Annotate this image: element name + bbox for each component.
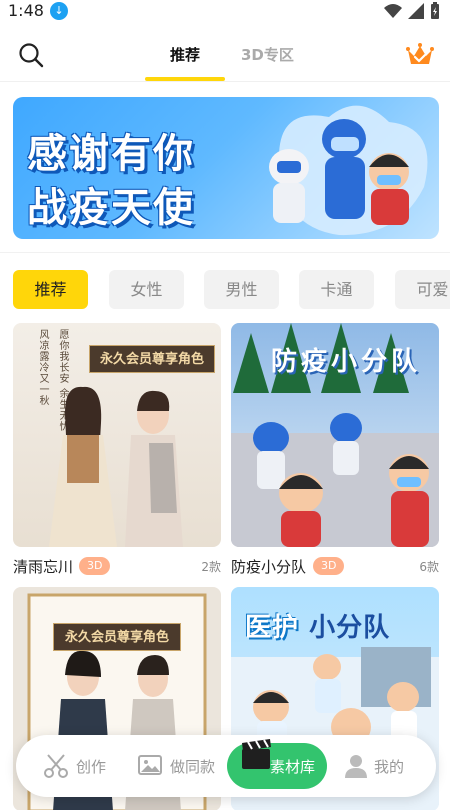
card-title: 清雨忘川 bbox=[13, 558, 74, 576]
character-illustration bbox=[49, 386, 183, 547]
nav-label: 创作 bbox=[76, 757, 107, 776]
search-icon[interactable] bbox=[18, 42, 44, 68]
chip-cartoon[interactable]: 卡通 bbox=[299, 270, 374, 309]
category-chips: 推荐 女性 男性 卡通 可爱 bbox=[13, 270, 450, 310]
image-icon bbox=[138, 755, 162, 775]
status-icons bbox=[384, 2, 440, 20]
top-header: 推荐 3D专区 bbox=[0, 30, 450, 82]
chip-male[interactable]: 男性 bbox=[204, 270, 279, 309]
nav-label: 我的 bbox=[374, 757, 405, 776]
card-count: 2款 bbox=[201, 560, 221, 574]
image-title-part: 医护 bbox=[245, 613, 300, 643]
tab-recommend[interactable]: 推荐 bbox=[170, 44, 200, 65]
wifi-icon bbox=[384, 4, 402, 18]
chip-recommend[interactable]: 推荐 bbox=[13, 270, 88, 309]
tab-3d-zone[interactable]: 3D专区 bbox=[241, 44, 294, 65]
status-time: 1:48 bbox=[8, 1, 44, 20]
card-meta: 清雨忘川 3D 2款 bbox=[13, 547, 221, 583]
scissors-icon bbox=[44, 754, 68, 778]
material-card[interactable]: 风凉露冷又一秋 愿你我长安 余生无忧 永久会员尊享角色 清雨忘川 3D 2款 bbox=[13, 323, 221, 583]
banner-line-2: 战疫天使 bbox=[27, 185, 195, 231]
nav-mine[interactable]: 我的 bbox=[344, 735, 404, 797]
nav-make-same[interactable]: 做同款 bbox=[136, 735, 215, 797]
bottom-navigation: 创作 做同款 素材库 我的 bbox=[16, 735, 436, 797]
user-icon bbox=[345, 755, 367, 778]
3d-badge: 3D bbox=[313, 557, 345, 575]
vip-tag: 永久会员尊享角色 bbox=[53, 623, 181, 651]
app-screen: 1:48 ↓ 推荐 3D专区 感谢有你 战疫天使 推荐 女性 男性 卡通 可爱 … bbox=[0, 0, 450, 810]
download-icon: ↓ bbox=[50, 2, 68, 20]
promo-banner[interactable]: 感谢有你 战疫天使 bbox=[13, 97, 439, 239]
card-thumbnail: 防疫小分队 bbox=[231, 323, 439, 547]
image-title: 防疫小分队 bbox=[271, 347, 422, 377]
banner-illustration bbox=[269, 105, 428, 236]
material-card[interactable]: 防疫小分队 防疫小分队 3D 6款 bbox=[231, 323, 439, 583]
nav-create[interactable]: 创作 bbox=[42, 735, 106, 797]
card-meta: 防疫小分队 3D 6款 bbox=[231, 547, 439, 583]
card-thumbnail: 风凉露冷又一秋 愿你我长安 余生无忧 永久会员尊享角色 bbox=[13, 323, 221, 547]
battery-icon bbox=[431, 2, 439, 19]
section-divider bbox=[0, 252, 450, 253]
crown-icon[interactable] bbox=[406, 42, 434, 68]
nav-label: 素材库 bbox=[269, 757, 315, 776]
signal-icon bbox=[408, 3, 424, 19]
status-bar: 1:48 ↓ bbox=[0, 0, 450, 24]
image-title-part: 小分队 bbox=[309, 613, 391, 643]
tab-active-indicator bbox=[145, 77, 225, 81]
chip-female[interactable]: 女性 bbox=[109, 270, 184, 309]
chip-cute[interactable]: 可爱 bbox=[395, 270, 450, 309]
banner-line-1: 感谢有你 bbox=[27, 131, 195, 177]
card-count: 6款 bbox=[419, 560, 439, 574]
image-title: 医护 小分队 bbox=[245, 607, 390, 644]
nav-material-library[interactable]: 素材库 bbox=[227, 739, 327, 789]
nav-label: 做同款 bbox=[170, 757, 216, 776]
clapperboard-icon bbox=[242, 739, 271, 769]
card-title: 防疫小分队 bbox=[231, 558, 307, 576]
3d-badge: 3D bbox=[79, 557, 111, 575]
